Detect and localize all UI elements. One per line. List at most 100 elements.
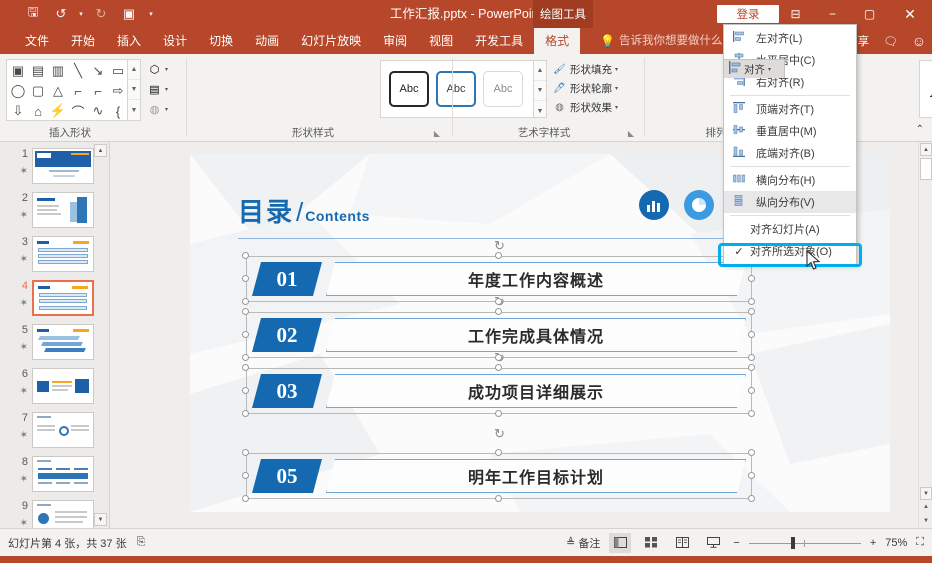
normal-view-icon[interactable]: [609, 532, 632, 553]
list-item[interactable]: [32, 456, 94, 492]
shapes-gallery-scrollbar[interactable]: ▲ ▼ ▼: [128, 59, 141, 121]
shape-rectangle-icon[interactable]: ▣: [8, 61, 28, 81]
list-item[interactable]: [32, 192, 94, 228]
fit-to-window-icon[interactable]: ⛶: [916, 536, 924, 549]
thumbnail-scroll-up-icon[interactable]: ▲: [94, 144, 107, 157]
resize-handle[interactable]: [495, 495, 502, 502]
slide-thumbnail-panel[interactable]: 1 ✶ 2 ✶ 3 ✶ 4 ✶ 5 ✶ 6 ✶ 7 ✶ 8 ✶ 9 ✶ ▲ ▼: [0, 142, 110, 528]
resize-handle[interactable]: [495, 252, 502, 259]
list-item[interactable]: [32, 324, 94, 360]
tab-design[interactable]: 设计: [152, 28, 198, 54]
resize-handle[interactable]: [242, 308, 249, 315]
list-item[interactable]: [32, 280, 94, 316]
collapse-ribbon-icon[interactable]: ⌃: [916, 124, 924, 135]
edit-shape-row[interactable]: ⬡ ▾: [146, 59, 184, 79]
list-item[interactable]: [32, 236, 94, 272]
resize-handle[interactable]: [242, 354, 249, 361]
resize-handle[interactable]: [242, 449, 249, 456]
shape-brace-icon[interactable]: {: [108, 101, 128, 121]
shapes-scroll-down-icon[interactable]: ▼: [128, 80, 140, 100]
shapes-scroll-up-icon[interactable]: ▲: [128, 60, 140, 80]
resize-handle[interactable]: [748, 410, 755, 417]
list-item[interactable]: [32, 148, 94, 184]
zoom-out-button[interactable]: −: [733, 537, 739, 549]
resize-handle[interactable]: [748, 275, 755, 282]
feedback-smiley-icon[interactable]: ☺: [912, 33, 926, 49]
slide-sorter-view-icon[interactable]: [640, 533, 662, 553]
redo-icon[interactable]: ↻: [88, 2, 114, 26]
resize-handle[interactable]: [242, 472, 249, 479]
thumbnail-scroll-down-icon[interactable]: ▼: [94, 513, 107, 526]
start-slideshow-icon[interactable]: ▣: [116, 2, 142, 26]
shape-elbow-arrow-icon[interactable]: ⌐: [88, 81, 108, 101]
notes-button[interactable]: ≜ 备注: [566, 535, 600, 551]
tab-home[interactable]: 开始: [60, 28, 106, 54]
menu-item-align-bottom[interactable]: 底端对齐(B): [724, 142, 856, 164]
menu-item-align-selected-objects[interactable]: ✓ 对齐所选对象(O): [724, 240, 856, 262]
shape-style-preview-1[interactable]: Abc: [389, 71, 429, 107]
resize-handle[interactable]: [748, 495, 755, 502]
rotate-handle-1[interactable]: ↻: [492, 238, 507, 253]
resize-handle[interactable]: [495, 410, 502, 417]
shape-pentagon-icon[interactable]: ⌂: [28, 101, 48, 121]
resize-handle[interactable]: [748, 364, 755, 371]
undo-icon[interactable]: ↺: [48, 2, 74, 26]
save-icon[interactable]: 🖫: [20, 2, 46, 26]
resize-handle[interactable]: [242, 298, 249, 305]
shape-arc-icon[interactable]: ⌒: [68, 101, 88, 121]
shape-right-arrow-icon[interactable]: ⇨: [108, 81, 128, 101]
bar-chart-icon[interactable]: [639, 190, 669, 220]
resize-handle[interactable]: [748, 308, 755, 315]
chevron-down-icon[interactable]: ▾: [165, 66, 168, 73]
zoom-slider-knob[interactable]: [790, 536, 795, 549]
tell-me-search[interactable]: 💡 告诉我你想要做什么: [600, 28, 722, 54]
shapes-gallery[interactable]: ▣ ▤ ▥ ╲ ↘ ▭ ◯ ▢ △ ⌐ ⌐ ⇨ ⇩ ⌂ ⚡ ⌒ ∿ {: [6, 59, 128, 121]
resize-handle[interactable]: [242, 331, 249, 338]
resize-handle[interactable]: [748, 298, 755, 305]
shape-vertical-textbox-icon[interactable]: ▥: [48, 61, 68, 81]
menu-item-align-middle[interactable]: 垂直居中(M): [724, 120, 856, 142]
edit-shape-icon[interactable]: ⬡: [146, 61, 163, 78]
resize-handle[interactable]: [748, 331, 755, 338]
tab-file[interactable]: 文件: [14, 28, 60, 54]
resize-handle[interactable]: [495, 364, 502, 371]
menu-item-align-top[interactable]: 顶端对齐(T): [724, 98, 856, 120]
undo-dropdown-icon[interactable]: ▾: [76, 2, 86, 26]
shape-square-icon[interactable]: ▭: [108, 61, 128, 81]
menu-item-align-left[interactable]: 左对齐(L): [724, 27, 856, 49]
zoom-in-button[interactable]: +: [870, 537, 876, 549]
resize-handle[interactable]: [748, 449, 755, 456]
resize-handle[interactable]: [242, 495, 249, 502]
resize-handle[interactable]: [242, 252, 249, 259]
shape-elbow-connector-icon[interactable]: ⌐: [68, 81, 88, 101]
scroll-up-icon[interactable]: ▲: [920, 143, 932, 156]
shape-textbox-icon[interactable]: ▤: [28, 61, 48, 81]
shape-oval-icon[interactable]: ◯: [8, 81, 28, 101]
merge-shapes-row[interactable]: ◍ ▾: [146, 99, 184, 119]
tab-format[interactable]: 格式: [534, 28, 581, 54]
shape-lightning-icon[interactable]: ⚡: [48, 101, 68, 121]
resize-handle[interactable]: [748, 472, 755, 479]
tab-insert[interactable]: 插入: [106, 28, 152, 54]
resize-handle[interactable]: [495, 449, 502, 456]
tab-review[interactable]: 审阅: [372, 28, 418, 54]
resize-handle[interactable]: [495, 354, 502, 361]
scroll-down-icon[interactable]: ▼: [920, 487, 932, 500]
tab-view[interactable]: 视图: [418, 28, 464, 54]
language-icon[interactable]: ⎘: [137, 536, 146, 549]
next-slide-icon[interactable]: ▼: [920, 514, 932, 527]
menu-item-distribute-horizontally[interactable]: 横向分布(H): [724, 169, 856, 191]
shape-rounded-rect-icon[interactable]: ▢: [28, 81, 48, 101]
resize-handle[interactable]: [495, 308, 502, 315]
sign-in-button[interactable]: 登录: [717, 5, 779, 23]
pie-chart-icon[interactable]: [684, 190, 714, 220]
tab-animations[interactable]: 动画: [244, 28, 290, 54]
slide-area-scrollbar[interactable]: ▲ ▼ ▲ ▼: [918, 142, 932, 528]
comments-icon[interactable]: 🗨: [883, 34, 898, 48]
text-box-icon[interactable]: ▤: [146, 81, 163, 98]
tab-developer[interactable]: 开发工具: [464, 28, 534, 54]
shape-down-arrow-icon[interactable]: ⇩: [8, 101, 28, 121]
scrollbar-thumb[interactable]: [920, 158, 932, 180]
customize-qat-icon[interactable]: ▾: [144, 2, 158, 26]
merge-shapes-icon[interactable]: ◍: [146, 101, 163, 118]
